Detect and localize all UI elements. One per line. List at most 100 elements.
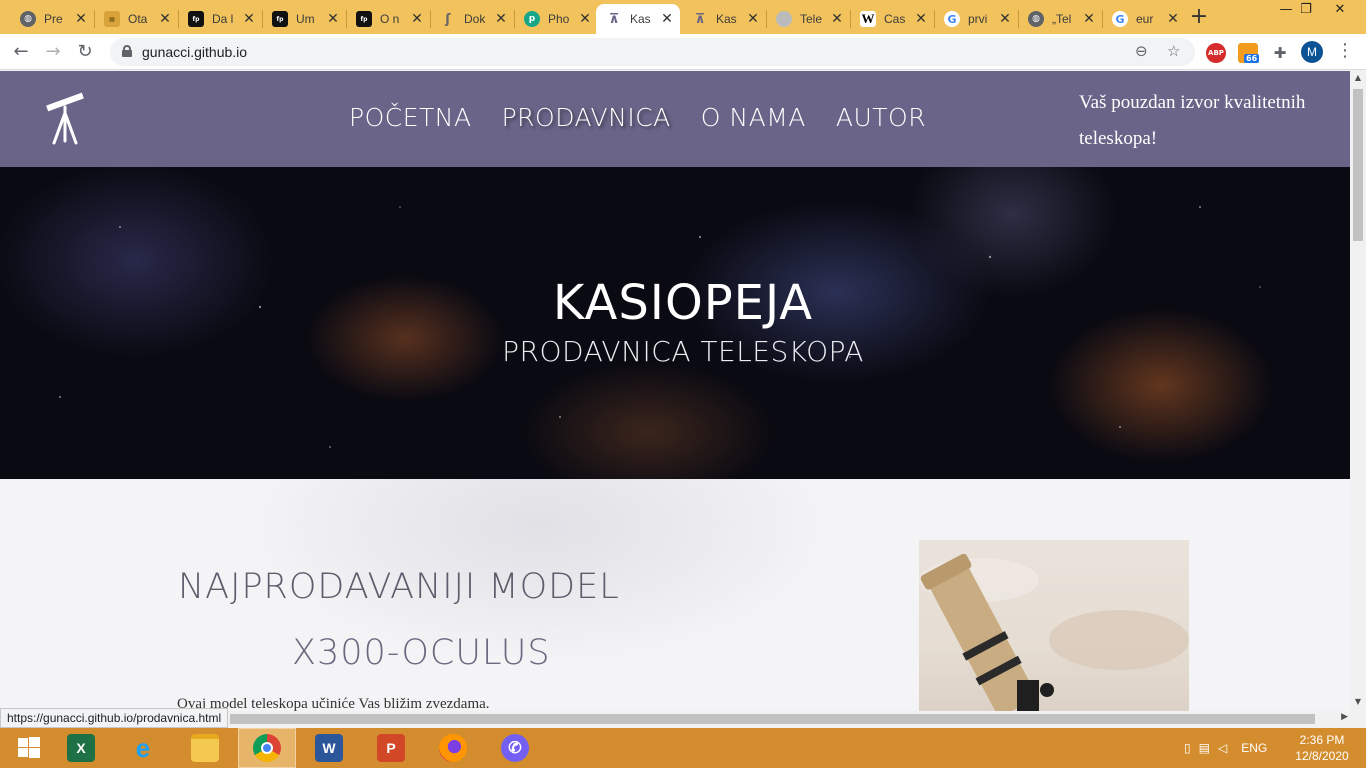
clock-date: 12/8/2020 (1295, 749, 1349, 763)
tab-3[interactable]: fp Um ✕ (262, 4, 346, 34)
scroll-up-icon[interactable]: ▲ (1350, 73, 1366, 87)
tab-11[interactable]: G prvi ✕ (934, 4, 1018, 34)
close-icon[interactable]: ✕ (494, 11, 508, 27)
tab-8[interactable]: ⊼ Kas ✕ (682, 4, 766, 34)
adblock-icon[interactable]: ABP (1206, 43, 1226, 63)
reload-icon[interactable]: ↻ (72, 40, 98, 64)
close-icon[interactable]: ✕ (1166, 11, 1180, 27)
internet-explorer-icon: e (135, 732, 151, 763)
scrollbar-thumb[interactable] (1353, 89, 1363, 241)
tab-label: Pre (44, 12, 63, 26)
tab-5[interactable]: ʃ Dok ✕ (430, 4, 514, 34)
new-tab-button[interactable]: + (1186, 6, 1212, 30)
tab-label: Pho (548, 12, 570, 26)
close-icon[interactable]: ✕ (1082, 11, 1096, 27)
zoom-icon[interactable]: ⊖ (1135, 42, 1148, 60)
extensions-puzzle-icon[interactable]: ✚ (1270, 43, 1290, 63)
menu-item-prodavnica[interactable]: PRODAVNICA (502, 103, 671, 132)
scroll-down-icon[interactable]: ▼ (1350, 697, 1366, 711)
close-icon[interactable]: ✕ (242, 11, 256, 27)
tab-7-active[interactable]: ⊼ Kas ✕ (596, 4, 680, 34)
site-icon: fp (188, 11, 204, 27)
horizontal-scrollbar[interactable]: ▶ (230, 711, 1350, 727)
site-icon: fp (356, 11, 372, 27)
close-icon[interactable]: ✕ (914, 11, 928, 27)
firefox-icon (439, 734, 467, 762)
tab-4[interactable]: fp O n ✕ (346, 4, 430, 34)
scroll-right-icon[interactable]: ▶ (1341, 712, 1348, 722)
menu-item-autor[interactable]: AUTOR (836, 103, 926, 132)
tab-label: Tele (800, 12, 822, 26)
telescope-icon: ⊼ (694, 11, 706, 27)
start-button[interactable] (0, 728, 58, 768)
tab-label: Dok (464, 12, 486, 26)
taskbar-chrome[interactable] (238, 728, 296, 768)
lock-icon[interactable] (122, 45, 132, 57)
site-icon: fp (272, 11, 288, 27)
taskbar-word[interactable]: W (300, 728, 358, 768)
google-icon: G (944, 11, 960, 27)
windows-taskbar: X e W P ✆ ▯ ▤ ◁ ENG 2:36 PM 12/8/2020 (0, 728, 1366, 768)
telescope-logo-icon[interactable] (40, 89, 90, 145)
clock-time: 2:36 PM (1299, 733, 1345, 747)
close-icon[interactable]: ✕ (158, 11, 172, 27)
close-icon[interactable]: ✕ (326, 11, 340, 27)
globe-icon: ◍ (20, 11, 36, 27)
forward-arrow-icon[interactable]: → (40, 40, 66, 64)
vertical-scrollbar[interactable]: ▲ ▼ (1350, 71, 1366, 711)
close-icon[interactable]: ✕ (746, 11, 760, 27)
scrollbar-thumb[interactable] (230, 714, 1315, 724)
browser-tab-strip: ◍ Pre ✕ ▦ Ota ✕ fp Da l ✕ fp Um ✕ fp O n… (0, 0, 1366, 34)
tab-9[interactable]: Tele ✕ (766, 4, 850, 34)
address-bar[interactable]: gunacci.github.io ⊖ ☆ (110, 38, 1195, 66)
bookmark-star-icon[interactable]: ☆ (1167, 42, 1180, 60)
profile-avatar[interactable]: M (1301, 41, 1323, 63)
rss-badge: 66 (1244, 54, 1260, 63)
globe-icon: ◍ (1028, 11, 1044, 27)
rss-icon[interactable]: 66 (1238, 43, 1260, 63)
tab-2[interactable]: fp Da l ✕ (178, 4, 262, 34)
close-icon[interactable]: ✕ (74, 11, 88, 27)
taskbar-firefox[interactable] (424, 728, 482, 768)
taskbar-file-explorer[interactable] (176, 728, 234, 768)
hero-subtitle: PRODAVNICA TELESKOPA (502, 335, 864, 368)
taskbar-clock[interactable]: 2:36 PM 12/8/2020 (1290, 732, 1354, 764)
site-tagline: Vaš pouzdan izvor kvalitetnih teleskopa! (1079, 92, 1306, 149)
url-text[interactable]: gunacci.github.io (142, 44, 247, 60)
close-icon[interactable]: ✕ (660, 11, 674, 27)
wikipedia-icon: W (860, 11, 876, 27)
close-window-icon[interactable]: ✕ (1320, 2, 1360, 22)
close-icon[interactable]: ✕ (998, 11, 1012, 27)
model-name: X300-OCULUS (292, 633, 551, 673)
excel-icon: X (67, 734, 95, 762)
tab-label: Ota (128, 12, 148, 26)
volume-icon[interactable]: ◁ (1218, 741, 1227, 755)
taskbar-viber[interactable]: ✆ (486, 728, 544, 768)
browser-menu-icon[interactable]: ⋮ (1336, 40, 1354, 61)
menu-item-pocetna[interactable]: POČETNA (349, 103, 472, 132)
close-icon[interactable]: ✕ (578, 11, 592, 27)
tab-12[interactable]: ◍ „Tel ✕ (1018, 4, 1102, 34)
back-arrow-icon[interactable]: ← (8, 40, 34, 64)
network-icon[interactable]: ▤ (1199, 741, 1210, 755)
tab-1[interactable]: ▦ Ota ✕ (94, 4, 178, 34)
web-page: POČETNA PRODAVNICA O NAMA AUTOR Vaš pouz… (0, 71, 1350, 711)
tab-10[interactable]: W Cas ✕ (850, 4, 934, 34)
close-icon[interactable]: ✕ (410, 11, 424, 27)
word-icon: W (315, 734, 343, 762)
taskbar-excel[interactable]: X (52, 728, 110, 768)
taskbar-powerpoint[interactable]: P (362, 728, 420, 768)
folder-icon (191, 734, 219, 762)
menu-item-o-nama[interactable]: O NAMA (701, 103, 806, 132)
powerpoint-icon: P (377, 734, 405, 762)
tab-0[interactable]: ◍ Pre ✕ (10, 4, 94, 34)
language-indicator[interactable]: ENG (1241, 741, 1267, 755)
taskbar-internet-explorer[interactable]: e (114, 728, 172, 768)
tab-label: eur (1136, 12, 1154, 26)
close-icon[interactable]: ✕ (830, 11, 844, 27)
windows-logo-icon (18, 737, 40, 758)
tab-13[interactable]: G eur ✕ (1102, 4, 1186, 34)
tab-6[interactable]: p Pho ✕ (514, 4, 598, 34)
site-header: POČETNA PRODAVNICA O NAMA AUTOR Vaš pouz… (0, 71, 1350, 167)
battery-icon[interactable]: ▯ (1184, 741, 1191, 755)
